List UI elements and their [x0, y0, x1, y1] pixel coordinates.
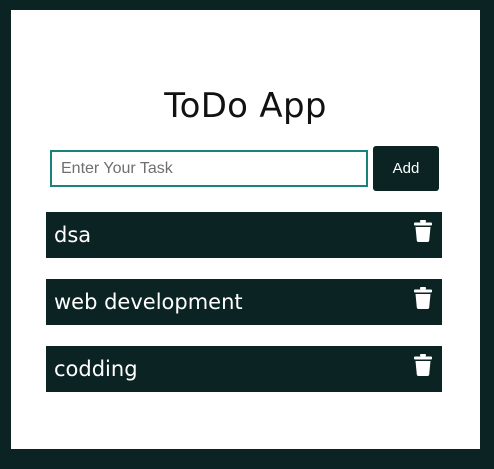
task-input[interactable]: [50, 150, 368, 187]
app-title: ToDo App: [164, 86, 327, 126]
task-item: dsa: [46, 212, 442, 258]
task-text: codding: [54, 357, 138, 381]
trash-icon: [414, 354, 432, 376]
task-list: dsa web development codding: [46, 212, 442, 413]
delete-task-button[interactable]: [414, 354, 432, 376]
delete-task-button[interactable]: [414, 287, 432, 309]
task-item: web development: [46, 279, 442, 325]
app-card: ToDo App Add dsa web development: [11, 10, 480, 449]
task-text: dsa: [54, 223, 92, 247]
add-button[interactable]: Add: [373, 146, 439, 191]
delete-task-button[interactable]: [414, 220, 432, 242]
task-text: web development: [54, 290, 243, 314]
trash-icon: [414, 220, 432, 242]
task-item: codding: [46, 346, 442, 392]
trash-icon: [414, 287, 432, 309]
